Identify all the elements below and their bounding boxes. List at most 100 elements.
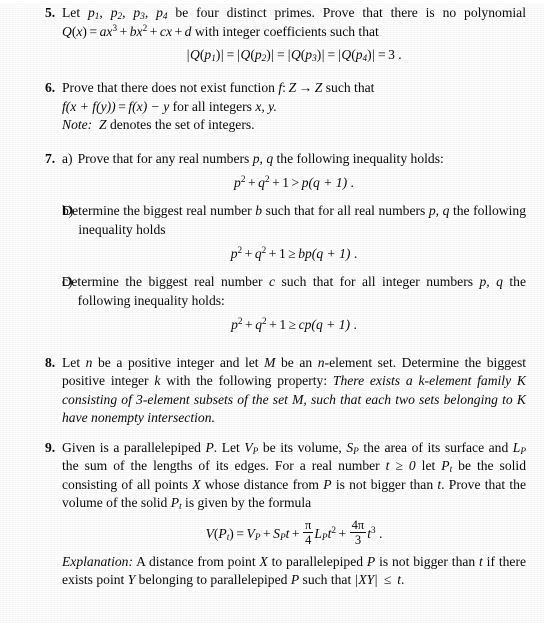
p7a-term: .	[350, 175, 354, 190]
p8-prop-K: K	[516, 373, 526, 388]
p9-exp-e: belonging to parallelepiped	[135, 572, 291, 588]
p7b-equation: p2 + q2 +1 ≥ bp(q + 1) .	[230, 245, 358, 261]
p5-statement-part1: be four distinct primes. Prove that ther…	[167, 5, 526, 20]
p7a-lhs-q: q	[258, 175, 265, 190]
p9-f-P: P	[218, 525, 227, 541]
problem-6-line1: Prove that there does not exist function…	[62, 80, 375, 95]
p9-frac2-den: 3	[349, 532, 367, 547]
problem-9-statement: Given is a parallelepiped P. Let VP be i…	[62, 439, 526, 513]
p7c-exp-2: 2	[262, 316, 267, 327]
p6-lead: Prove that there does not exist function	[62, 80, 279, 95]
p9-var-Pt: P	[441, 458, 450, 473]
p5-coef-b: b	[129, 23, 137, 39]
p6-note-label: Note:	[62, 117, 93, 132]
p9-exp-f: such that	[299, 572, 355, 588]
p9-frac1-den: 4	[303, 532, 314, 547]
p5-eq-p2: p	[254, 46, 262, 62]
problem-9: 9. Given is a parallelepiped P. Let VP b…	[0, 439, 544, 590]
p9-f-t1: V	[246, 525, 255, 541]
p7a-body: Prove that for any real numbers p, q the…	[78, 150, 526, 169]
p6-eq-lhs: f(x + f(y))	[62, 98, 116, 114]
p9-f-V: V	[205, 525, 214, 541]
p7b-coef: b	[298, 246, 305, 261]
p7b-lhs-q: q	[254, 246, 262, 261]
p5-eq-p4: p	[355, 46, 363, 62]
p7b-relation: ≥	[288, 246, 296, 261]
p7b-lhs-p: p	[230, 246, 238, 261]
p6-eq-rhs: f(x) − y	[128, 98, 170, 114]
p9-exp-c: is not bigger than	[375, 553, 480, 569]
p9-exp-XY: XY	[358, 572, 375, 588]
p8-t-a: Let	[62, 354, 86, 370]
p8-var-n2: n	[317, 354, 325, 370]
p5-eq-value: 3	[388, 46, 395, 62]
p9-t-e: the sum of the lengths of its edges. For…	[62, 458, 386, 473]
problem-8-statement: Let n be a positive integer and let M be…	[62, 354, 526, 428]
p7b-text: Determine the biggest real number	[62, 203, 256, 218]
p7a-exp-2: 2	[264, 174, 270, 185]
p8-prop-K2: K	[516, 391, 526, 407]
p7b-body: Determine the biggest real number b such…	[62, 202, 526, 239]
problem-7-body: a) Prove that for any real numbers p, q …	[62, 150, 526, 339]
document-page: 5. Let p1, p2, p3, p4 be four distinct p…	[0, 4, 544, 623]
p5-p2-base: p	[110, 5, 118, 20]
p6-note-symbol: Z	[99, 117, 107, 132]
p7c-rhs: p(q + 1)	[304, 317, 351, 332]
p9-exp-a: A distance from point	[132, 553, 260, 569]
p5-eq-Q4: Q	[341, 46, 352, 62]
p9-t-c: be its volume,	[258, 439, 347, 455]
problem-6-note: Note: Z denotes the set of integers.	[62, 116, 526, 135]
p9-t-b: . Let	[213, 439, 245, 455]
p7c-lhs-p: p	[231, 317, 238, 332]
p5-p1-base: p	[88, 5, 95, 20]
p5-var-p1: p1	[88, 5, 99, 21]
p9-frac2-num: 4π	[351, 517, 365, 532]
p7a-lhs-p: p	[234, 175, 241, 190]
problem-8-body: Let n be a positive integer and let M be…	[62, 354, 526, 428]
problem-8-number: 8.	[45, 354, 55, 370]
p7a-vars: p, q	[252, 150, 274, 166]
p9-f-t2: S	[273, 525, 280, 541]
problem-6: 6. Prove that there does not exist funct…	[0, 79, 544, 135]
p9-frac1-num: π	[305, 517, 312, 532]
problem-8: 8. Let n be a positive integer and let M…	[0, 354, 544, 428]
p8-prop-1: There exists a	[332, 373, 419, 388]
p9-frac-pi-4: π4	[303, 517, 314, 547]
p9-var-P: P	[205, 439, 214, 455]
p7b-vars: p, q	[428, 203, 450, 218]
problem-9-number: 9.	[45, 439, 55, 455]
problem-6-number: 6.	[45, 80, 55, 95]
p9-var-Pt2: P	[170, 495, 180, 510]
p7a-rhs: p(q + 1)	[301, 175, 348, 190]
p8-prop-3: consisting of 3-element subsets of the s…	[62, 391, 293, 407]
problem-6-body: Prove that there does not exist function…	[62, 79, 526, 135]
problem-9-formula: V(Pt) = VP + SPt + π 4 LPt2 +4π 3 t3 .	[205, 517, 383, 547]
p9-t-h: whose distance from	[200, 476, 324, 492]
p5-poly-Q: Q	[62, 23, 72, 39]
p5-eq-Q3: Q	[290, 46, 301, 62]
problem-7: 7. a) Prove that for any real numbers p,…	[0, 150, 544, 339]
p5-eq-Q1: Q	[190, 46, 200, 62]
problem-5-body: Let p1, p2, p3, p4 be four distinct prim…	[62, 4, 526, 68]
p5-eq-Q2: Q	[240, 46, 251, 62]
p5-statement-part2: with integer coefficients such that	[191, 23, 379, 39]
p7c-lhs-q: q	[255, 317, 263, 332]
p7a-equation: p2 + q2 +1 > p(q + 1) .	[234, 174, 354, 190]
p7b-term: .	[353, 246, 358, 261]
p8-t-c: be an	[275, 354, 318, 370]
p5-var-p3: p3	[133, 5, 144, 21]
p9-f-t3-var: L	[314, 525, 322, 541]
p9-cond-t: t ≥ 0	[385, 458, 416, 473]
p5-var-p2: p2	[110, 5, 122, 21]
problem-5-number: 5.	[45, 5, 55, 20]
p9-var-P2: P	[323, 476, 332, 492]
p7a-label: a)	[62, 150, 73, 166]
p9-var-X: X	[192, 476, 201, 492]
problem-7-part-c: c) Determine the biggest real number c s…	[62, 273, 526, 310]
problem-7-number: 7.	[45, 150, 55, 166]
p6-note-text: denotes the set of integers.	[106, 117, 255, 132]
p8-var-M: M	[264, 354, 276, 370]
p6-arrow: →	[298, 80, 313, 95]
p7a-relation: >	[291, 175, 300, 190]
p9-t-k: is given by the formula	[181, 495, 312, 510]
